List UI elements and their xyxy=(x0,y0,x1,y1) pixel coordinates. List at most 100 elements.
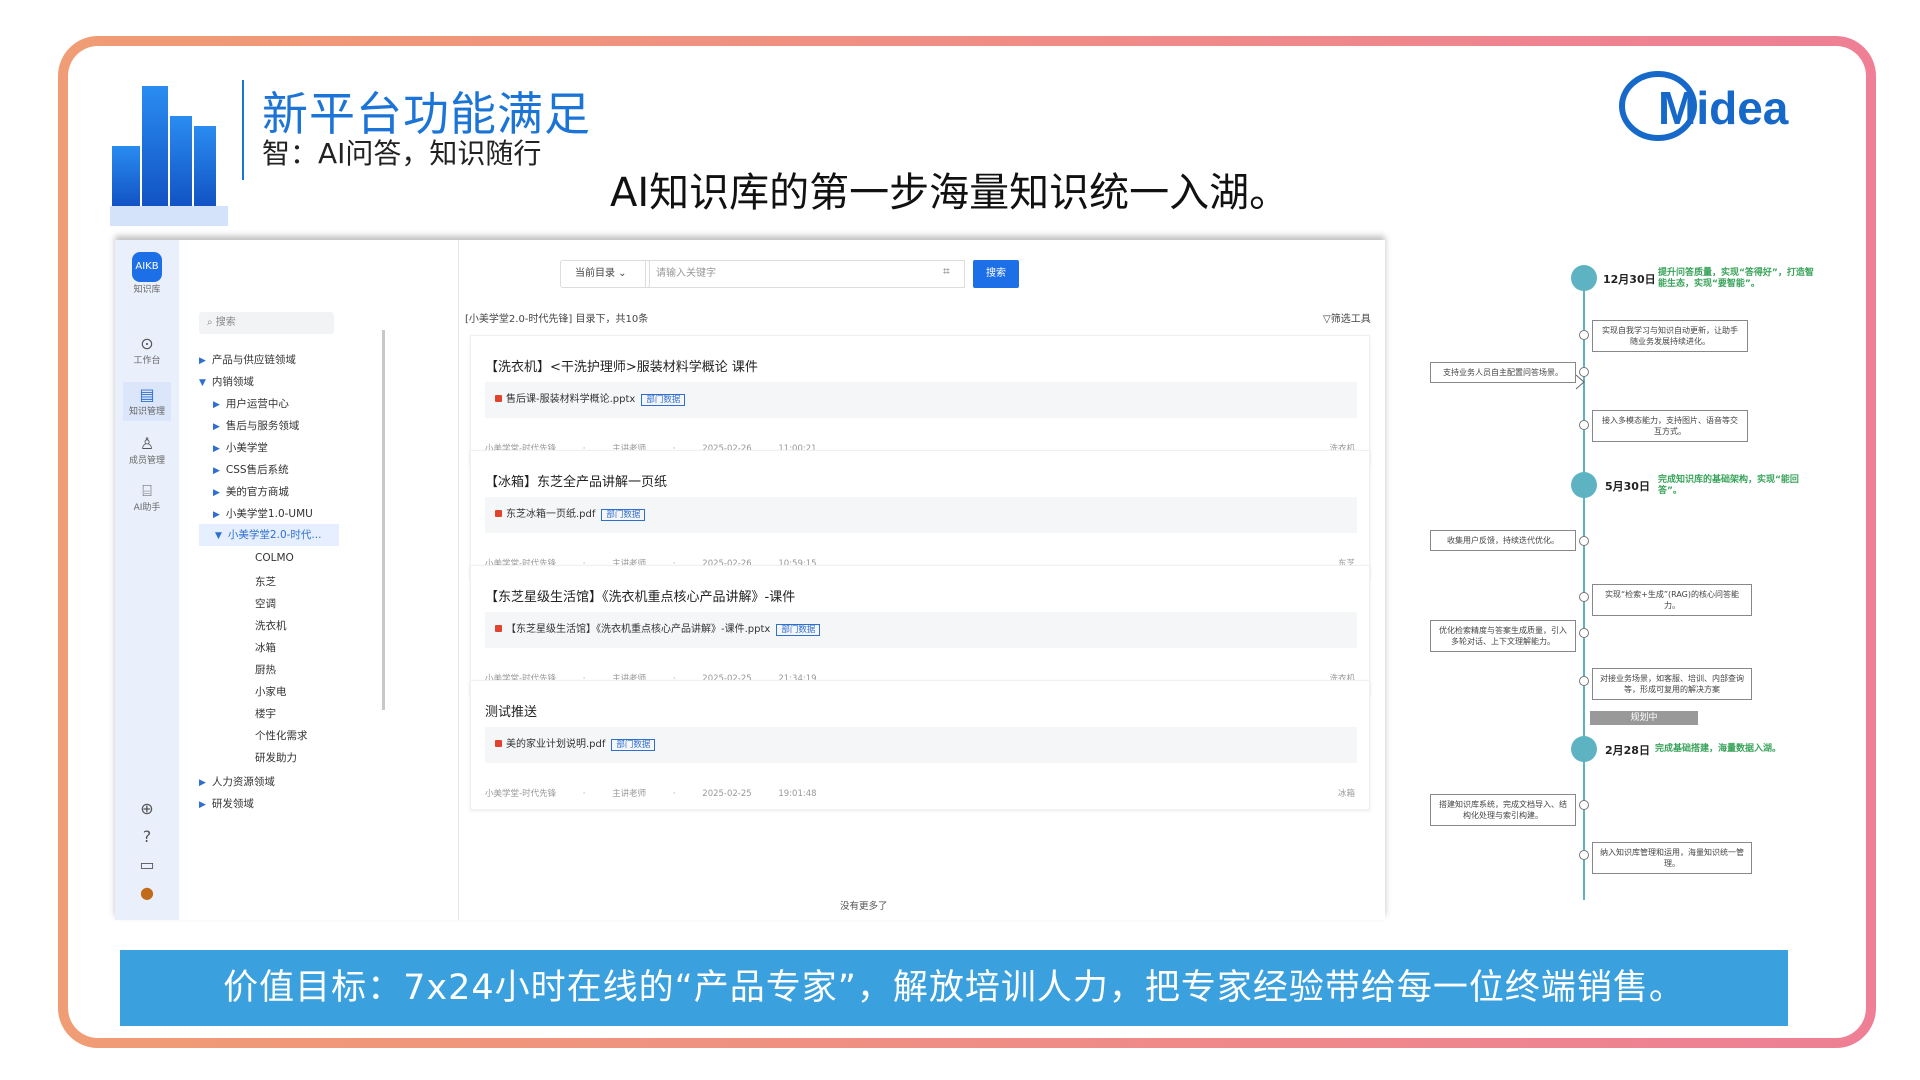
directory-tree: ⌕ 搜索 ▶ 产品与供应链领域 ▼ 内销领域 ▶ 用户运营中心 ▶ 售后与服务领域 ▶ 小… xyxy=(179,240,459,920)
timeline-dot xyxy=(1579,330,1589,340)
filter-tool-button[interactable]: ▽筛选工具 xyxy=(1323,310,1371,325)
tree-node[interactable]: 楼宇 xyxy=(255,706,276,721)
rail-item-ai-assistant[interactable]: ⌸ AI助手 xyxy=(123,482,171,514)
timeline-item: 接入多模态能力，支持图片、语音等交互方式。 xyxy=(1592,410,1748,442)
tree-node[interactable]: 东芝 xyxy=(255,574,276,589)
milestone-marker xyxy=(1571,736,1597,762)
avatar[interactable]: ● xyxy=(123,884,171,902)
scope-select-value: 当前目录 xyxy=(575,268,615,279)
card-meta: 小美学堂-时代先锋 · 主讲老师 · 2025-02-25 19:01:48 xyxy=(485,789,817,799)
globe-icon: ⊕ xyxy=(140,799,154,818)
scan-icon[interactable]: ⌗ xyxy=(943,264,950,279)
card-attachment[interactable]: 美的家业计划说明.pdf 部门数据 xyxy=(485,727,1357,763)
timeline-item: 实现自我学习与知识自动更新，让助手随业务发展持续进化。 xyxy=(1592,320,1748,352)
tree-search-placeholder: 搜索 xyxy=(215,317,236,328)
rail-item-members[interactable]: ♙ 成员管理 xyxy=(123,435,171,467)
tree-node[interactable]: ▶ 小美学堂1.0-UMU xyxy=(213,506,313,521)
file-icon xyxy=(495,510,502,517)
card-title[interactable]: 【洗衣机】<干洗护理师>服装材料学概论 课件 xyxy=(485,356,758,375)
tree-search-input[interactable]: ⌕ 搜索 xyxy=(199,312,334,334)
tree-node[interactable]: ▶ 人力资源领域 xyxy=(199,774,275,789)
timeline-item: 对接业务场景，如客服、培训、内部查询等，形成可复用的解决方案 xyxy=(1592,668,1752,700)
avatar-icon: ● xyxy=(140,883,154,902)
tree-node[interactable]: 洗衣机 xyxy=(255,618,287,633)
rail-label: 工作台 xyxy=(133,356,161,366)
timeline-item: 实现“检索+生成”(RAG)的核心问答能力。 xyxy=(1592,584,1752,616)
message-icon: ▭ xyxy=(139,855,155,874)
tree-node-selected[interactable]: ▼ 小美学堂2.0-时代... xyxy=(199,524,339,546)
tree-node[interactable]: 空调 xyxy=(255,596,276,611)
timeline-dot xyxy=(1579,536,1589,546)
tree-node-label: 产品与供应链领域 xyxy=(211,354,296,366)
file-name: 美的家业计划说明.pdf xyxy=(506,739,606,750)
message-button[interactable]: ▭ xyxy=(123,856,171,874)
tree-node[interactable]: ▶ 用户运营中心 xyxy=(213,396,289,411)
file-icon xyxy=(495,395,502,402)
card-attachment[interactable]: 售后课-服装材料学概论.pptx 部门数据 xyxy=(485,382,1357,418)
rail-item-knowledge-base[interactable]: AIKB 知识库 xyxy=(123,252,171,295)
tree-node-label: 小美学堂1.0-UMU xyxy=(225,508,313,520)
tree-node[interactable]: COLMO xyxy=(255,552,294,564)
milestone-marker xyxy=(1571,472,1597,498)
file-name: 东芝冰箱一页纸.pdf xyxy=(506,509,596,520)
file-icon xyxy=(495,740,502,747)
tree-node[interactable]: 个性化需求 xyxy=(255,728,308,743)
tree-node[interactable]: ▶ 产品与供应链领域 xyxy=(199,352,296,367)
tree-node[interactable]: ▶ 售后与服务领域 xyxy=(213,418,299,433)
milestone-marker xyxy=(1571,265,1597,291)
result-card[interactable]: 【洗衣机】<干洗护理师>服装材料学概论 课件 售后课-服装材料学概论.pptx 部… xyxy=(470,335,1370,465)
knowledge-base-icon: AIKB xyxy=(132,252,162,282)
tree-node[interactable]: 厨热 xyxy=(255,662,276,677)
rail-item-knowledge-manage[interactable]: ▤ 知识管理 xyxy=(123,382,171,421)
milestone-date: 2月28日 xyxy=(1605,744,1650,757)
timeline-dot xyxy=(1579,850,1589,860)
file-icon xyxy=(495,625,502,632)
rail-item-workbench[interactable]: ⊙ 工作台 xyxy=(123,334,171,367)
timeline-dot xyxy=(1579,628,1589,638)
search-button[interactable]: 搜索 xyxy=(973,260,1019,288)
help-button[interactable]: ? xyxy=(123,828,171,846)
result-card[interactable]: 【东芝星级生活馆】《洗衣机重点核心产品讲解》-课件 【东芝星级生活馆】《洗衣机重… xyxy=(470,565,1370,695)
scope-select[interactable]: 当前目录 ⌄ xyxy=(560,260,650,288)
card-attachment[interactable]: 东芝冰箱一页纸.pdf 部门数据 xyxy=(485,497,1357,533)
workbench-icon: ⊙ xyxy=(140,334,154,353)
no-more-text: 没有更多了 xyxy=(840,901,888,912)
rail-label: 成员管理 xyxy=(128,456,165,466)
tree-node-label: CSS售后系统 xyxy=(225,464,289,476)
tree-node[interactable]: ▶ 小美学堂 xyxy=(213,440,268,455)
milestone-date: 5月30日 xyxy=(1605,480,1650,493)
tree-node-label: 用户运营中心 xyxy=(225,398,289,410)
dept-tag: 部门数据 xyxy=(776,624,821,636)
filter-tool-label: 筛选工具 xyxy=(1330,314,1371,325)
card-title[interactable]: 测试推送 xyxy=(485,701,537,720)
milestone-note: 提升问答质量，实现“答得好”，打造智能生态，实现“要智能”。 xyxy=(1658,268,1814,289)
timeline-dot xyxy=(1579,676,1589,686)
app-screenshot: AIKB 知识库 ⊙ 工作台 ▤ 知识管理 ♙ 成员管理 ⌸ AI助手 ⊕ ? … xyxy=(115,240,1385,920)
timeline-item: 搭建知识库系统，完成文档导入、结构化处理与索引构建。 xyxy=(1430,794,1576,826)
tree-node[interactable]: ▶ 美的官方商城 xyxy=(213,484,289,499)
knowledge-manage-icon: ▤ xyxy=(139,385,155,404)
globe-button[interactable]: ⊕ xyxy=(123,800,171,818)
nav-rail: AIKB 知识库 ⊙ 工作台 ▤ 知识管理 ♙ 成员管理 ⌸ AI助手 ⊕ ? … xyxy=(115,240,179,920)
svg-text:Midea: Midea xyxy=(1658,82,1789,134)
card-category: 冰箱 xyxy=(1337,789,1355,799)
tree-node-label: 研发领域 xyxy=(211,798,254,810)
tree-scrollbar[interactable] xyxy=(382,330,385,710)
search-input[interactable]: 请输入关键字 xyxy=(645,260,965,288)
result-card[interactable]: 测试推送 美的家业计划说明.pdf 部门数据 小美学堂-时代先锋 · 主讲老师 ·… xyxy=(470,680,1370,810)
slide-headline: AI知识库的第一步海量知识统一入湖。 xyxy=(610,170,1290,216)
help-icon: ? xyxy=(142,827,152,846)
rail-label: 知识管理 xyxy=(128,407,165,417)
timeline-dot xyxy=(1579,592,1589,602)
result-card[interactable]: 【冰箱】东芝全产品讲解一页纸 东芝冰箱一页纸.pdf 部门数据 小美学堂-时代先锋… xyxy=(470,450,1370,580)
tree-node[interactable]: ▶ 研发领域 xyxy=(199,796,254,811)
tree-node[interactable]: ▼ 内销领域 xyxy=(199,374,254,389)
tree-node[interactable]: 小家电 xyxy=(255,684,287,699)
tree-node[interactable]: 冰箱 xyxy=(255,640,276,655)
card-attachment[interactable]: 【东芝星级生活馆】《洗衣机重点核心产品讲解》-课件.pptx 部门数据 xyxy=(485,612,1357,648)
tree-node[interactable]: 研发助力 xyxy=(255,750,297,765)
tree-node-label: 美的官方商城 xyxy=(225,486,289,498)
card-title[interactable]: 【东芝星级生活馆】《洗衣机重点核心产品讲解》-课件 xyxy=(485,586,795,605)
card-title[interactable]: 【冰箱】东芝全产品讲解一页纸 xyxy=(485,471,667,490)
tree-node[interactable]: ▶ CSS售后系统 xyxy=(213,462,289,477)
